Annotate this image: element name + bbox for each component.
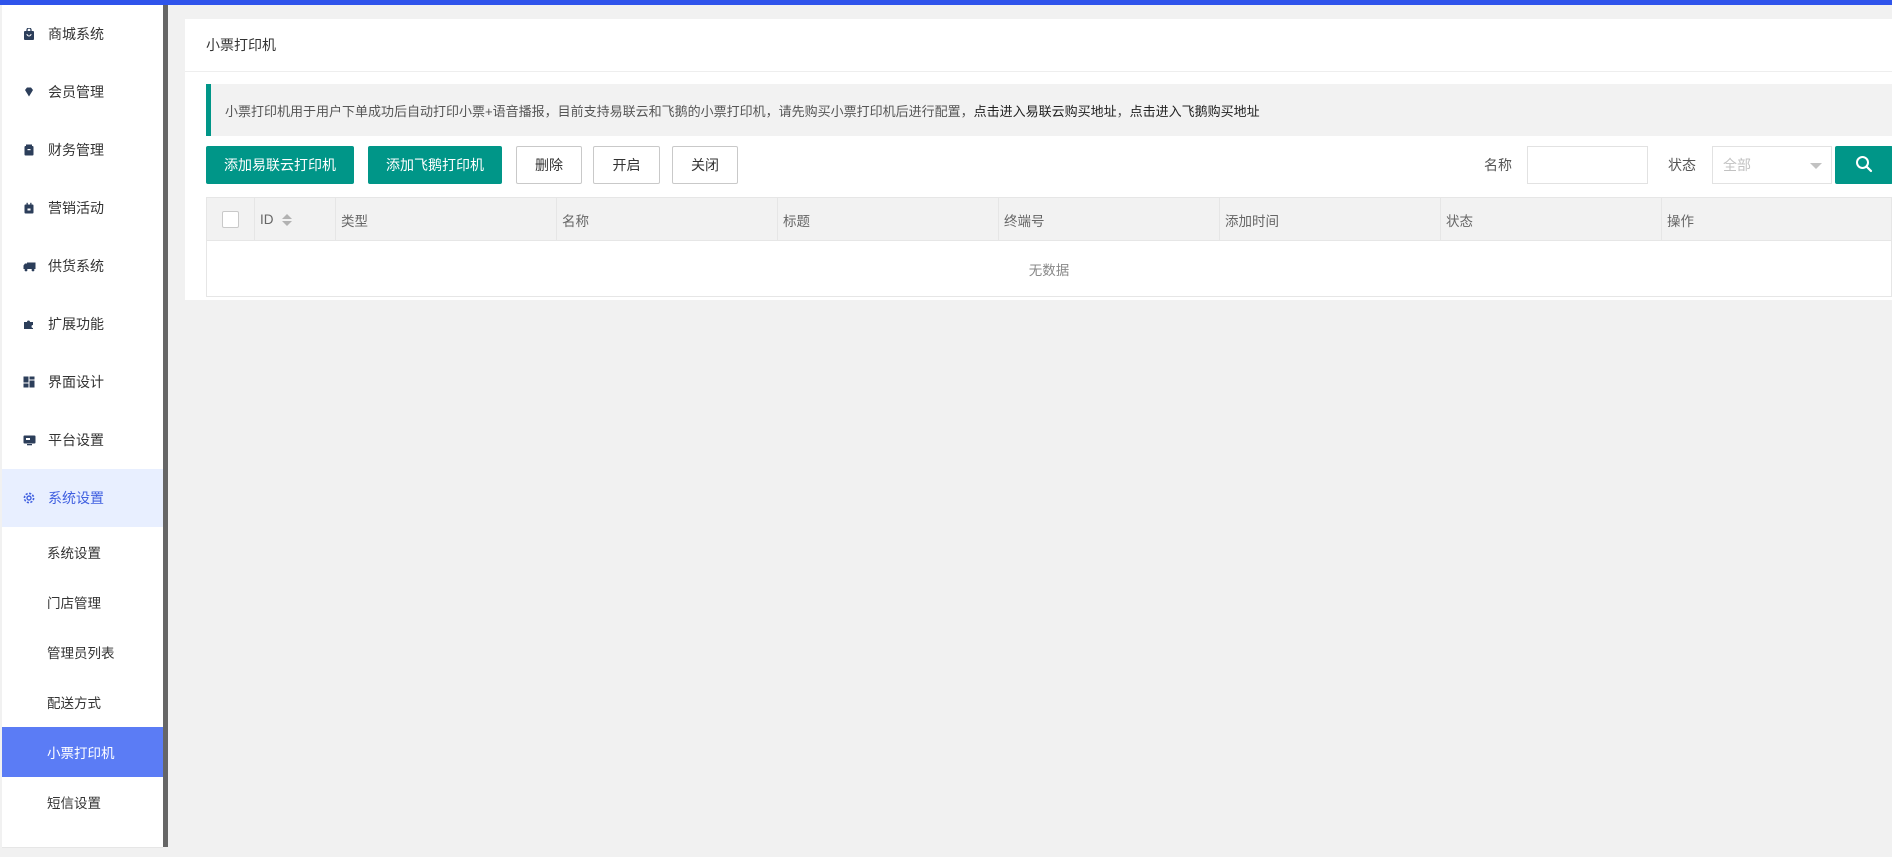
main-content: 小票打印机 小票打印机用于用户下单成功后自动打印小票+语音播报，目前支持易联云和… — [174, 5, 1892, 857]
sidebar-item-label: 界面设计 — [48, 374, 104, 390]
sidebar-item-finance[interactable]: 财务管理 — [2, 121, 163, 179]
notice-separator: ， — [1116, 103, 1130, 119]
sidebar-item-supply[interactable]: 供货系统 — [2, 237, 163, 295]
sidebar-sub-admins[interactable]: 管理员列表 — [2, 627, 163, 677]
notice-text: 小票打印机用于用户下单成功后自动打印小票+语音播报，目前支持易联云和飞鹅的小票打… — [225, 103, 974, 119]
diamond-icon — [22, 85, 36, 99]
sidebar-item-design[interactable]: 界面设计 — [2, 353, 163, 411]
notice-banner: 小票打印机用于用户下单成功后自动打印小票+语音播报，目前支持易联云和飞鹅的小票打… — [206, 84, 1892, 136]
sidebar-sub-sms[interactable]: 短信设置 — [2, 777, 163, 827]
sidebar-item-label: 财务管理 — [48, 142, 104, 158]
enable-button[interactable]: 开启 — [593, 146, 660, 184]
layout-icon — [22, 375, 36, 389]
sidebar-item-label: 扩展功能 — [48, 316, 104, 332]
puzzle-icon — [22, 317, 36, 331]
status-filter-select[interactable]: 全部 — [1712, 146, 1832, 184]
sidebar-item-label: 供货系统 — [48, 258, 104, 274]
status-filter-label: 状态 — [1668, 157, 1696, 173]
sidebar-item-members[interactable]: 会员管理 — [2, 63, 163, 121]
yilianyun-purchase-link[interactable]: 点击进入易联云购买地址 — [974, 101, 1117, 120]
chevron-down-icon — [1810, 163, 1822, 169]
disable-button[interactable]: 关闭 — [672, 146, 738, 184]
column-actions: 操作 — [1667, 213, 1694, 229]
feie-purchase-link[interactable]: 点击进入飞鹅购买地址 — [1130, 101, 1260, 120]
add-feie-printer-button[interactable]: 添加飞鹅打印机 — [368, 146, 502, 184]
shopping-bag-icon — [22, 27, 36, 41]
sidebar-item-label: 会员管理 — [48, 84, 104, 100]
column-type: 类型 — [336, 198, 557, 241]
search-icon — [1855, 155, 1873, 176]
sidebar-item-marketing[interactable]: 营销活动 — [2, 179, 163, 237]
delete-button[interactable]: 删除 — [516, 146, 582, 184]
sidebar-item-extensions[interactable]: 扩展功能 — [2, 295, 163, 353]
sidebar-item-label: 平台设置 — [48, 432, 104, 448]
sidebar-sub-stores[interactable]: 门店管理 — [2, 577, 163, 627]
search-button[interactable] — [1835, 146, 1892, 184]
column-name: 名称 — [557, 198, 778, 241]
sort-icon[interactable] — [281, 213, 292, 226]
sidebar-item-system[interactable]: 系统设置 — [2, 469, 163, 527]
sidebar-divider — [2, 847, 163, 848]
toolbar: 添加易联云打印机 添加飞鹅打印机 删除 开启 关闭 名称 状态 全部 — [206, 146, 1892, 184]
column-id[interactable]: ID — [255, 198, 336, 241]
sidebar-item-label: 商城系统 — [48, 26, 104, 42]
sidebar-item-mall[interactable]: 商城系统 — [2, 5, 163, 63]
printer-table: ID 类型 名称 标题 终端号 添加时间 状态 操作 无数据 — [206, 197, 1892, 297]
sidebar-item-label: 系统设置 — [48, 490, 104, 506]
table-header: ID 类型 名称 标题 终端号 添加时间 状态 操作 — [207, 198, 1891, 241]
column-terminal: 终端号 — [999, 198, 1220, 241]
truck-icon — [22, 259, 36, 273]
sidebar-item-label: 营销活动 — [48, 200, 104, 216]
wallet-icon — [22, 143, 36, 157]
sidebar: 商城系统 会员管理 财务管理 营销活动 供货系统 扩展功能 界面设计 平台设置 … — [2, 5, 168, 848]
column-title: 标题 — [778, 198, 999, 241]
column-header-label: ID — [260, 212, 274, 227]
sidebar-item-platform[interactable]: 平台设置 — [2, 411, 163, 469]
select-all-checkbox[interactable] — [222, 211, 239, 228]
select-all-cell — [207, 198, 255, 241]
column-status: 状态 — [1441, 198, 1662, 241]
monitor-icon — [22, 433, 36, 447]
name-filter-input[interactable] — [1527, 146, 1648, 184]
gear-icon — [22, 491, 36, 505]
sidebar-sub-receipt-printer[interactable]: 小票打印机 — [2, 727, 163, 777]
table-empty-state: 无数据 — [1028, 262, 1070, 278]
content-panel: 小票打印机 小票打印机用于用户下单成功后自动打印小票+语音播报，目前支持易联云和… — [185, 19, 1892, 300]
page-title: 小票打印机 — [185, 19, 1892, 72]
sidebar-sub-system-settings[interactable]: 系统设置 — [2, 527, 163, 577]
calendar-icon — [22, 201, 36, 215]
name-filter-label: 名称 — [1484, 157, 1512, 173]
sidebar-sub-delivery[interactable]: 配送方式 — [2, 677, 163, 727]
column-added-time: 添加时间 — [1220, 198, 1441, 241]
add-yilianyun-printer-button[interactable]: 添加易联云打印机 — [206, 146, 354, 184]
status-filter-value: 全部 — [1723, 157, 1751, 173]
